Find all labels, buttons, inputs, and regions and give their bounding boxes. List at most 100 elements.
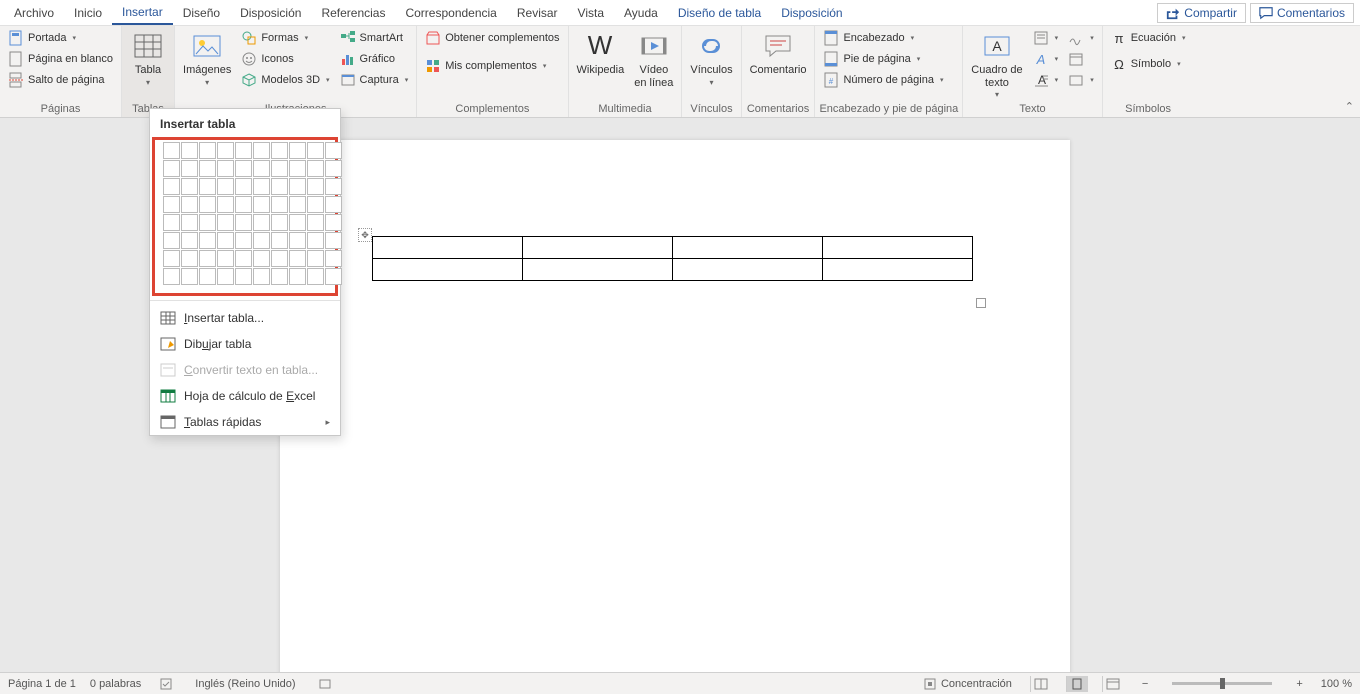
table-grid-cell[interactable]	[307, 250, 324, 267]
tab-revisar[interactable]: Revisar	[507, 2, 568, 24]
tab-disposicion-tabla[interactable]: Disposición	[771, 2, 852, 24]
table-grid-cell[interactable]	[307, 178, 324, 195]
table-grid-cell[interactable]	[253, 250, 270, 267]
collapse-ribbon-button[interactable]: ⌃	[1345, 100, 1354, 113]
zoom-level[interactable]: 100 %	[1321, 678, 1352, 690]
table-grid-cell[interactable]	[289, 250, 306, 267]
page-break-button[interactable]: Salto de página	[4, 70, 117, 90]
grafico-button[interactable]: Gráfico	[336, 49, 413, 69]
page-indicator[interactable]: Página 1 de 1	[8, 678, 76, 690]
imagenes-button[interactable]: Imágenes ▾	[179, 28, 235, 89]
table-grid-cell[interactable]	[325, 232, 342, 249]
mis-complementos-button[interactable]: Mis complementos▾	[421, 56, 563, 76]
table-grid-cell[interactable]	[253, 142, 270, 159]
table-grid-cell[interactable]	[235, 232, 252, 249]
table-grid-cell[interactable]	[199, 214, 216, 231]
table-grid-cell[interactable]	[235, 160, 252, 177]
simbolo-button[interactable]: ΩSímbolo▾	[1107, 54, 1190, 74]
video-button[interactable]: Vídeo en línea	[630, 28, 677, 91]
table-grid-cell[interactable]	[199, 232, 216, 249]
zoom-in-button[interactable]: +	[1292, 678, 1306, 690]
document-page[interactable]	[280, 140, 1070, 672]
tab-disposicion[interactable]: Disposición	[230, 2, 311, 24]
cuadro-texto-button[interactable]: A Cuadro de texto ▾	[967, 28, 1026, 101]
table-grid-cell[interactable]	[217, 214, 234, 231]
table-grid-cell[interactable]	[325, 142, 342, 159]
table-grid-cell[interactable]	[217, 250, 234, 267]
obtener-complementos-button[interactable]: Obtener complementos	[421, 28, 563, 48]
quickparts-button[interactable]: ▾	[1029, 28, 1063, 48]
web-layout-button[interactable]	[1102, 676, 1124, 692]
table-grid-cell[interactable]	[217, 268, 234, 285]
table-grid-cell[interactable]	[199, 268, 216, 285]
table-grid-cell[interactable]	[271, 214, 288, 231]
word-count[interactable]: 0 palabras	[90, 678, 141, 690]
pie-button[interactable]: Pie de página▾	[819, 49, 947, 69]
table-grid-cell[interactable]	[253, 232, 270, 249]
table-grid-cell[interactable]	[271, 178, 288, 195]
table-grid-cell[interactable]	[307, 196, 324, 213]
table-grid-cell[interactable]	[181, 250, 198, 267]
print-layout-button[interactable]	[1066, 676, 1088, 692]
table-grid-cell[interactable]	[163, 214, 180, 231]
table-grid-cell[interactable]	[217, 142, 234, 159]
dibujar-tabla-item[interactable]: Dibujar tabla	[150, 331, 340, 357]
captura-button[interactable]: Captura▾	[336, 70, 413, 90]
portada-button[interactable]: Portada▾	[4, 28, 117, 48]
table-grid-cell[interactable]	[271, 160, 288, 177]
table-grid-cell[interactable]	[253, 178, 270, 195]
table-grid-cell[interactable]	[181, 268, 198, 285]
table-grid-cell[interactable]	[163, 160, 180, 177]
table-grid-cell[interactable]	[217, 160, 234, 177]
table-grid-cell[interactable]	[217, 178, 234, 195]
tab-diseno-tabla[interactable]: Diseño de tabla	[668, 2, 771, 24]
blank-page-button[interactable]: Página en blanco	[4, 49, 117, 69]
tablas-rapidas-item[interactable]: Tablas rápidas▸	[150, 409, 340, 435]
table-grid-cell[interactable]	[325, 160, 342, 177]
tab-archivo[interactable]: Archivo	[4, 2, 64, 24]
table-grid-cell[interactable]	[163, 232, 180, 249]
table-grid-cell[interactable]	[307, 214, 324, 231]
table-grid-cell[interactable]	[289, 196, 306, 213]
wordart-button[interactable]: A▾	[1029, 49, 1063, 69]
table-grid-cell[interactable]	[253, 196, 270, 213]
table-grid-cell[interactable]	[181, 232, 198, 249]
table-grid-cell[interactable]	[163, 178, 180, 195]
tab-ayuda[interactable]: Ayuda	[614, 2, 668, 24]
table-grid-cell[interactable]	[271, 196, 288, 213]
table-grid-cell[interactable]	[307, 160, 324, 177]
document-table[interactable]	[372, 236, 973, 281]
tab-correspondencia[interactable]: Correspondencia	[395, 2, 506, 24]
signature-button[interactable]: ▾	[1064, 28, 1098, 48]
tabla-button[interactable]: Tabla ▾	[126, 28, 170, 89]
table-grid-cell[interactable]	[325, 268, 342, 285]
smartart-button[interactable]: SmartArt	[336, 28, 413, 48]
zoom-out-button[interactable]: −	[1138, 678, 1152, 690]
table-grid-cell[interactable]	[163, 196, 180, 213]
table-grid-cell[interactable]	[235, 268, 252, 285]
table-grid-cell[interactable]	[289, 160, 306, 177]
table-grid-cell[interactable]	[199, 196, 216, 213]
datetime-button[interactable]	[1064, 49, 1098, 69]
vinculos-button[interactable]: Vínculos ▾	[686, 28, 736, 89]
table-grid-cell[interactable]	[289, 178, 306, 195]
formas-button[interactable]: Formas▾	[237, 28, 333, 48]
table-grid-cell[interactable]	[325, 178, 342, 195]
table-grid-cell[interactable]	[289, 142, 306, 159]
insertar-tabla-item[interactable]: Insertar tabla...	[150, 305, 340, 331]
table-grid-cell[interactable]	[271, 268, 288, 285]
spellcheck-button[interactable]	[155, 677, 177, 691]
table-grid-cell[interactable]	[289, 268, 306, 285]
tab-referencias[interactable]: Referencias	[311, 2, 395, 24]
table-grid-cell[interactable]	[199, 178, 216, 195]
table-resize-handle[interactable]	[976, 298, 986, 308]
share-button[interactable]: Compartir	[1157, 3, 1246, 23]
table-grid-cell[interactable]	[217, 196, 234, 213]
table-grid-cell[interactable]	[271, 250, 288, 267]
table-grid-cell[interactable]	[163, 268, 180, 285]
iconos-button[interactable]: Iconos	[237, 49, 333, 69]
tab-insertar[interactable]: Insertar	[112, 1, 173, 25]
object-button[interactable]: ▾	[1064, 70, 1098, 90]
macros-button[interactable]	[314, 677, 336, 691]
table-grid-cell[interactable]	[325, 250, 342, 267]
